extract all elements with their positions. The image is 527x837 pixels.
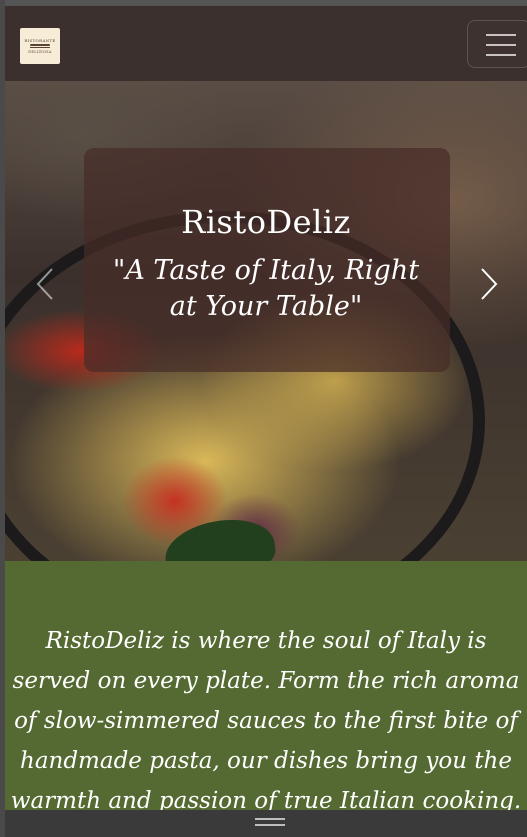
carousel-prev-button[interactable] [33,267,57,301]
navbar: RISTORANTE DELIZIOSA [5,6,527,81]
hero-title: RistoDeliz [181,203,351,241]
chevron-right-icon [481,268,498,300]
hamburger-menu-button[interactable] [467,20,527,68]
carousel-next-button[interactable] [477,267,501,301]
hamburger-menu-icon [486,34,516,36]
chevron-left-icon [36,268,53,300]
logo-line-1: RISTORANTE [24,38,56,43]
brand-logo[interactable]: RISTORANTE DELIZIOSA [20,28,60,64]
hamburger-menu-icon [486,54,516,56]
drag-handle-icon [255,818,285,820]
about-paragraph: RistoDeliz is where the soul of Italy is… [10,628,522,810]
cutlery-icon-stroke [30,47,50,48]
hamburger-menu-icon [486,44,516,46]
hero-carousel: RistoDeliz "A Taste of Italy, Right at Y… [5,81,527,561]
about-section: RistoDeliz is where the soul of Italy is… [5,561,527,810]
hero-tagline: "A Taste of Italy, Right at Your Table" [112,255,420,322]
drag-handle-icon [255,824,285,826]
bottom-resize-bar[interactable] [5,810,527,837]
logo-line-2: DELIZIOSA [28,50,52,54]
cutlery-icon [30,44,50,46]
